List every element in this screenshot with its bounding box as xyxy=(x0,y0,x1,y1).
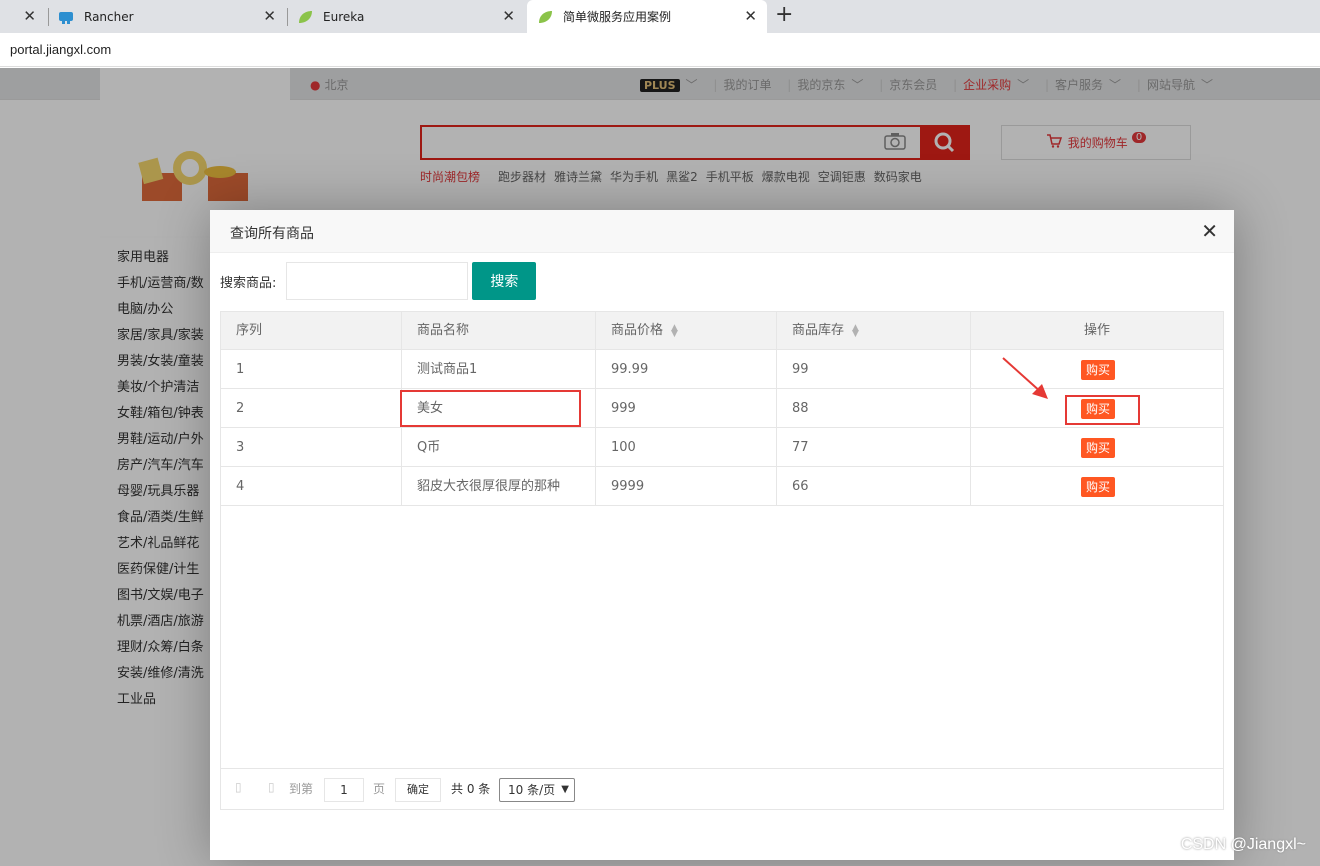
table-row: 3 Q币 100 77 购买 xyxy=(221,428,1223,467)
dialog-title: 查询所有商品 xyxy=(230,226,314,242)
highlight-box-product-name xyxy=(400,390,581,427)
tab-blank[interactable]: ✕ xyxy=(0,0,48,33)
cell-id: 3 xyxy=(221,428,402,467)
product-query-dialog: 查询所有商品 ✕ 搜索商品: 搜索 序列 商品名称 商品价格 ▲ ▼ 商品库存 ▲ ▼ … xyxy=(210,210,1234,860)
column-header-name: 商品名称 xyxy=(402,312,596,350)
sort-icon[interactable]: ▲ ▼ xyxy=(671,323,678,338)
watermark: CSDN @Jiangxl~ xyxy=(1180,836,1306,853)
page-size-select[interactable]: 10 条/页 ▼ xyxy=(499,778,575,802)
close-icon[interactable]: ✕ xyxy=(502,8,515,24)
page-size-value: 10 条/页 xyxy=(508,783,556,797)
search-button[interactable]: 搜索 xyxy=(472,262,537,300)
column-header-index: 序列 xyxy=(221,312,402,350)
tab-label: 简单微服务应用案例 xyxy=(563,10,672,24)
cell-price: 9999 xyxy=(596,467,777,506)
cell-price: 100 xyxy=(596,428,777,467)
spring-leaf-icon xyxy=(537,9,553,25)
cell-stock: 88 xyxy=(777,389,971,428)
buy-button[interactable]: 购买 xyxy=(1081,360,1115,380)
browser-tab-bar: ✕ Rancher ✕ Eureka ✕ 简单微服务应用案例 ✕ + xyxy=(0,0,1320,33)
cell-name: 貂皮大衣很厚很厚的那种 xyxy=(402,467,596,506)
highlight-box-buy-button xyxy=(1065,395,1140,425)
confirm-page-button[interactable]: 确定 xyxy=(395,778,441,802)
pagination: ▯ ▯ 到第 1 页 确定 共 0 条 10 条/页 ▼ xyxy=(221,768,1223,809)
next-page-icon[interactable]: ▯ xyxy=(268,780,275,794)
cell-name: Q币 xyxy=(402,428,596,467)
column-header-action: 操作 xyxy=(1083,323,1110,338)
chevron-down-icon: ▼ xyxy=(561,784,569,795)
tab-separator xyxy=(287,8,288,26)
close-icon[interactable]: ✕ xyxy=(23,8,36,24)
product-search-input[interactable] xyxy=(286,262,469,300)
page-unit-label: 页 xyxy=(373,782,386,796)
rancher-icon xyxy=(58,9,74,25)
address-bar[interactable]: portal.jiangxl.com xyxy=(0,33,1320,67)
cell-name: 测试商品1 xyxy=(402,350,596,389)
cell-action: 购买 xyxy=(971,467,1223,506)
tab-eureka[interactable]: Eureka ✕ xyxy=(297,0,525,33)
cell-id: 4 xyxy=(221,467,402,506)
cell-stock: 99 xyxy=(777,350,971,389)
total-count: 共 0 条 xyxy=(451,782,491,796)
column-header-price[interactable]: 商品价格 ▲ ▼ xyxy=(596,312,777,350)
table-row: 1 测试商品1 99.99 99 购买 xyxy=(221,350,1223,389)
tab-rancher[interactable]: Rancher ✕ xyxy=(58,0,286,33)
cell-price: 999 xyxy=(596,389,777,428)
goto-label: 到第 xyxy=(289,782,314,796)
product-search-form: 搜索商品: 搜索 xyxy=(220,262,537,300)
column-header-stock[interactable]: 商品库存 ▲ ▼ xyxy=(777,312,971,350)
cell-id: 2 xyxy=(221,389,402,428)
tab-label: Eureka xyxy=(323,9,365,24)
table-row: 4 貂皮大衣很厚很厚的那种 9999 66 购买 xyxy=(221,467,1223,506)
cell-action: 购买 xyxy=(971,428,1223,467)
url-text[interactable]: portal.jiangxl.com xyxy=(10,42,111,57)
cell-stock: 77 xyxy=(777,428,971,467)
close-icon[interactable]: ✕ xyxy=(263,8,276,24)
product-table: 序列 商品名称 商品价格 ▲ ▼ 商品库存 ▲ ▼ 操作 1 测试商品1 99.99 99 购买… xyxy=(220,311,1224,810)
dialog-header: 查询所有商品 ✕ xyxy=(210,210,1234,253)
new-tab-icon[interactable]: + xyxy=(775,4,793,26)
tab-separator xyxy=(48,8,49,26)
search-label: 搜索商品: xyxy=(220,275,277,291)
sort-icon[interactable]: ▲ ▼ xyxy=(852,323,859,338)
cell-id: 1 xyxy=(221,350,402,389)
tab-label: Rancher xyxy=(84,9,134,24)
buy-button[interactable]: 购买 xyxy=(1081,477,1115,497)
prev-page-icon[interactable]: ▯ xyxy=(235,780,242,794)
table-header: 序列 商品名称 商品价格 ▲ ▼ 商品库存 ▲ ▼ 操作 xyxy=(221,312,1223,350)
annotation-arrow-icon xyxy=(1002,357,1048,399)
buy-button[interactable]: 购买 xyxy=(1081,438,1115,458)
cell-price: 99.99 xyxy=(596,350,777,389)
close-icon[interactable]: ✕ xyxy=(1201,220,1218,242)
spring-leaf-icon xyxy=(297,9,313,25)
close-icon[interactable]: ✕ xyxy=(744,8,757,24)
cell-stock: 66 xyxy=(777,467,971,506)
page-number-input[interactable]: 1 xyxy=(324,778,364,802)
tab-microservice-demo[interactable]: 简单微服务应用案例 ✕ xyxy=(527,0,767,33)
